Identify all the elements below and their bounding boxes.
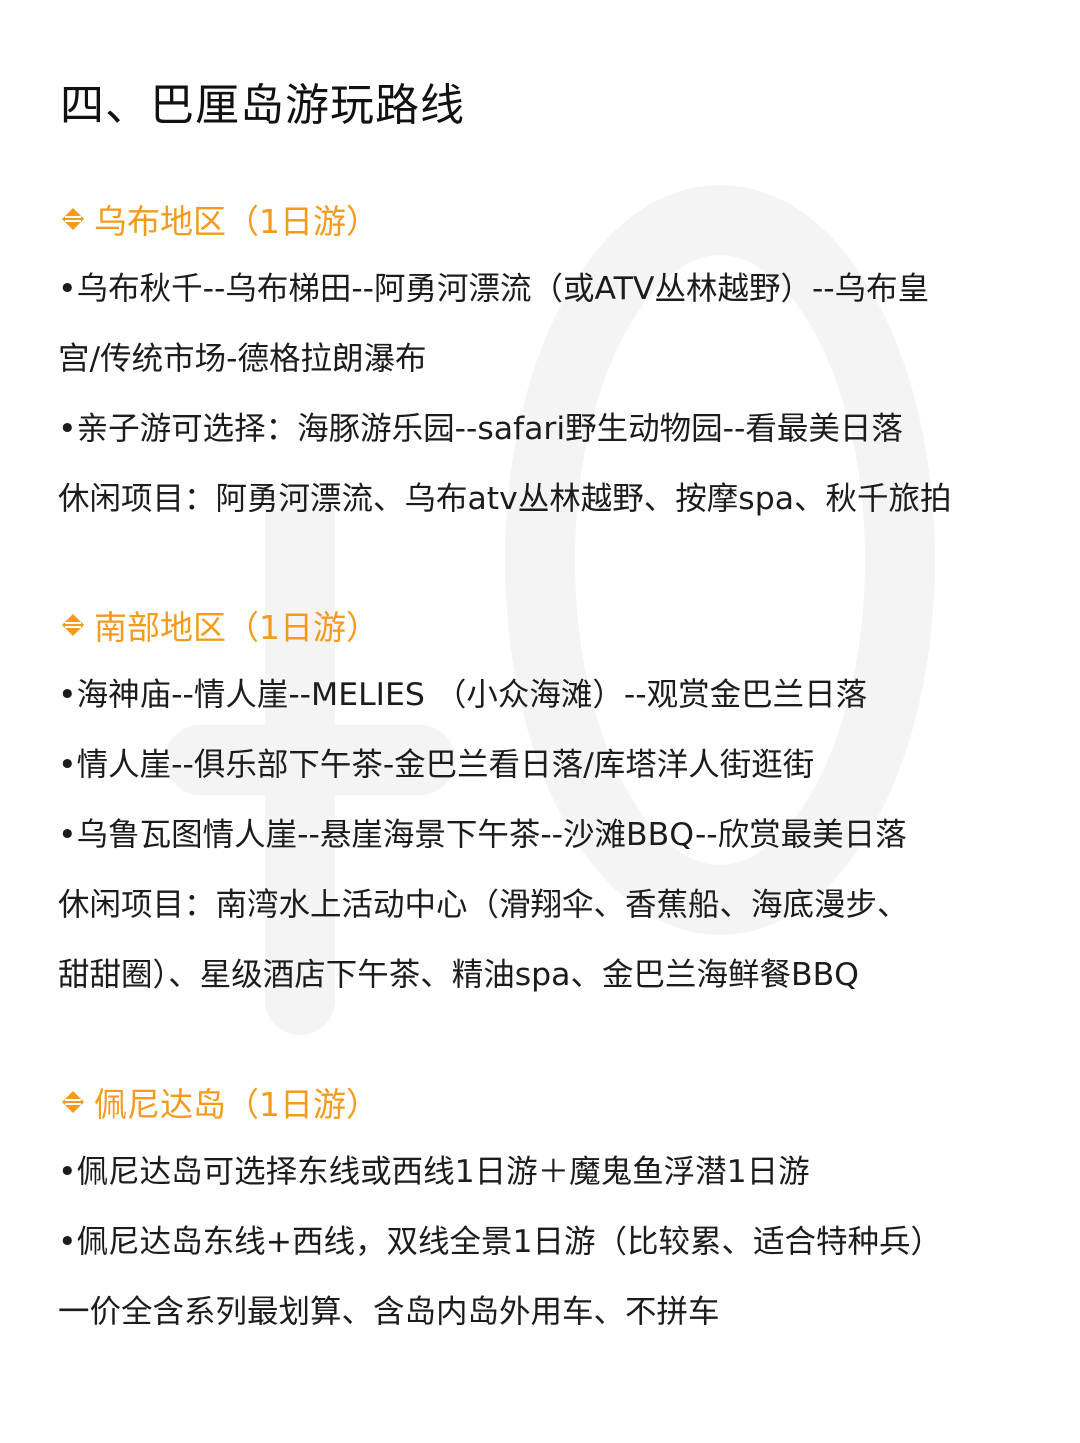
route-line: 休闲项目：南湾水上活动中心（滑翔伞、香蕉船、海底漫步、	[58, 887, 909, 923]
section-heading-label: 乌布地区（1日游）	[94, 202, 379, 241]
section-heading: 乌布地区（1日游）	[0, 194, 1080, 244]
route-line: •亲子游可选择：海豚游乐园--safari野生动物园--看最美日落	[58, 411, 903, 447]
diamond-icon	[62, 614, 84, 636]
route-line: 宫/传统市场-德格拉朗瀑布	[58, 341, 427, 377]
section-heading: 佩尼达岛（1日游）	[0, 1077, 1080, 1127]
route-line: 休闲项目：阿勇河漂流、乌布atv丛林越野、按摩spa、秋千旅拍	[58, 481, 952, 517]
section-heading-label: 南部地区（1日游）	[94, 608, 379, 647]
route-line: •情人崖--俱乐部下午茶-金巴兰看日落/库塔洋人街逛街	[58, 747, 815, 783]
route-line: •佩尼达岛可选择东线或西线1日游＋魔鬼鱼浮潜1日游	[58, 1154, 810, 1190]
section-ubud: 乌布地区（1日游） •乌布秋千--乌布梯田--阿勇河漂流（或ATV丛林越野）--…	[0, 194, 1080, 534]
route-line: 甜甜圈）、星级酒店下午茶、精油spa、金巴兰海鲜餐BBQ	[58, 957, 859, 993]
section-penida: 佩尼达岛（1日游） •佩尼达岛可选择东线或西线1日游＋魔鬼鱼浮潜1日游 •佩尼达…	[0, 1077, 1080, 1347]
route-line: •乌布秋千--乌布梯田--阿勇河漂流（或ATV丛林越野）--乌布皇	[58, 271, 930, 307]
section-lines: •佩尼达岛可选择东线或西线1日游＋魔鬼鱼浮潜1日游 •佩尼达岛东线+西线，双线全…	[0, 1137, 1080, 1347]
section-lines: •乌布秋千--乌布梯田--阿勇河漂流（或ATV丛林越野）--乌布皇 宫/传统市场…	[0, 254, 1080, 534]
section-heading: 南部地区（1日游）	[0, 600, 1080, 650]
section-lines: •海神庙--情人崖--MELIES （小众海滩）--观赏金巴兰日落 •情人崖--…	[0, 660, 1080, 1010]
diamond-icon	[62, 208, 84, 230]
route-line: •佩尼达岛东线+西线，双线全景1日游（比较累、适合特种兵）	[58, 1224, 943, 1260]
route-line: •海神庙--情人崖--MELIES （小众海滩）--观赏金巴兰日落	[58, 677, 868, 713]
page-title: 四、巴厘岛游玩路线	[60, 80, 465, 131]
section-south: 南部地区（1日游） •海神庙--情人崖--MELIES （小众海滩）--观赏金巴…	[0, 600, 1080, 1010]
route-line: •乌鲁瓦图情人崖--悬崖海景下午茶--沙滩BBQ--欣赏最美日落	[58, 817, 907, 853]
section-heading-label: 佩尼达岛（1日游）	[94, 1085, 379, 1124]
route-line: 一价全含系列最划算、含岛内岛外用车、不拼车	[58, 1294, 720, 1330]
diamond-icon	[62, 1091, 84, 1113]
